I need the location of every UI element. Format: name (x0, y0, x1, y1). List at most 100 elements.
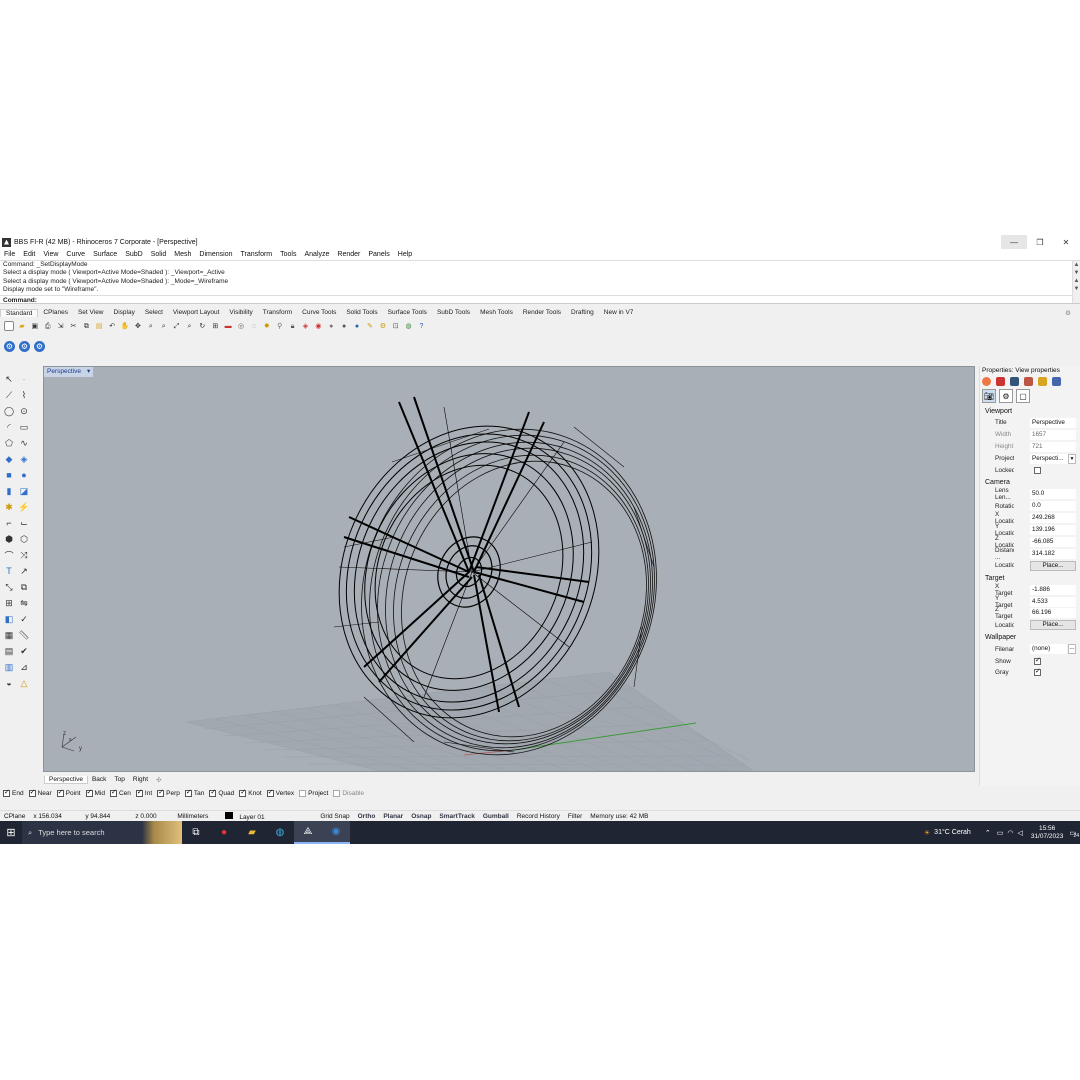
print-icon[interactable]: ⎙ (43, 321, 53, 331)
maximize-button[interactable]: ❐ (1027, 235, 1053, 249)
new-file-icon[interactable] (4, 321, 14, 331)
checkbox[interactable] (109, 788, 117, 797)
vp-tab-top[interactable]: Top (110, 776, 128, 783)
browse-button[interactable]: ... (1068, 644, 1076, 655)
menu-render[interactable]: Render (333, 251, 364, 258)
menu-surface[interactable]: Surface (89, 251, 121, 258)
wifi-icon[interactable]: ◠ (1007, 829, 1013, 837)
layer-icon[interactable]: ◈ (300, 321, 310, 331)
checkbox[interactable] (299, 790, 307, 797)
ruler-icon[interactable]: 📏︎ (18, 629, 30, 641)
vp-tab-right[interactable]: Right (129, 776, 152, 783)
environment-icon[interactable] (1052, 376, 1061, 386)
tab-drafting[interactable]: Drafting (566, 309, 599, 316)
command-prompt[interactable]: Command: (0, 294, 1080, 304)
dimension-tool-icon[interactable]: ⊿ (18, 661, 30, 673)
rhino-taskbar-icon[interactable]: ⟁ (294, 821, 322, 844)
move-view-icon[interactable]: ✥ (133, 321, 143, 331)
four-viewports-icon[interactable]: ⊞ (210, 321, 220, 331)
projection-dropdown-icon[interactable]: ▼ (1068, 453, 1076, 464)
checkbox[interactable] (56, 788, 64, 797)
object-properties-icon[interactable] (982, 376, 991, 386)
ellipse-icon[interactable]: ⊙ (18, 405, 30, 417)
block-icon[interactable]: ▤ (3, 645, 15, 657)
light-bulb-icon[interactable]: ✎ (365, 321, 375, 331)
menu-view[interactable]: View (39, 251, 62, 258)
checkbox[interactable] (266, 788, 274, 797)
checkbox[interactable] (333, 790, 341, 797)
cylinder-icon[interactable]: ▮ (3, 485, 15, 497)
menu-subd[interactable]: SubD (121, 251, 147, 258)
checkbox[interactable] (184, 788, 192, 797)
snapshot-icon[interactable]: ✸ (262, 321, 272, 331)
settings-gear-icon[interactable]: ⚙ (378, 321, 388, 331)
osnap-mid[interactable]: Mid (85, 788, 105, 797)
point-icon[interactable]: · (18, 373, 30, 385)
text-icon[interactable]: T (3, 565, 15, 577)
cut-icon[interactable]: ✂ (68, 321, 78, 331)
osnap-quad[interactable]: Quad (209, 788, 234, 797)
menu-tools[interactable]: Tools (276, 251, 300, 258)
rotate-view-icon[interactable]: ↻ (197, 321, 207, 331)
check-icon[interactable]: ✓ (18, 613, 30, 625)
units[interactable]: Millimeters (173, 813, 221, 820)
boolean-difference-icon[interactable]: ⬡ (18, 533, 30, 545)
tab-solid-tools[interactable]: Solid Tools (341, 309, 382, 316)
tab-set-view[interactable]: Set View (73, 309, 109, 316)
menu-file[interactable]: File (0, 251, 19, 258)
curve-icon[interactable]: ⌇ (18, 389, 30, 401)
checkbox[interactable] (28, 788, 36, 797)
plugin-gear-icon[interactable]: ⚙ (4, 340, 15, 352)
camera-place-button[interactable]: Place... (1030, 560, 1076, 571)
tray-device-icon[interactable]: ▭ (997, 829, 1004, 837)
toggle-record-history[interactable]: Record History (513, 813, 564, 820)
layout-icon[interactable]: ▥ (3, 661, 15, 673)
osnap-project[interactable]: Project (299, 790, 328, 797)
zoom-selected-icon[interactable]: ⌕ (184, 321, 194, 331)
checkbox[interactable] (157, 788, 165, 797)
paste-icon[interactable]: ▤ (94, 321, 104, 331)
current-layer[interactable]: Layer 01 (221, 811, 316, 821)
box-icon[interactable]: ■ (3, 469, 15, 481)
display-icon[interactable] (1010, 376, 1019, 386)
save-icon[interactable]: ▣ (30, 321, 40, 331)
frame-icon[interactable]: ▢ (1016, 389, 1030, 403)
dimension-icon[interactable]: ↗ (18, 565, 30, 577)
import-icon[interactable]: ⇲ (56, 321, 66, 331)
tab-select[interactable]: Select (140, 309, 168, 316)
tab-visibility[interactable]: Visibility (224, 309, 257, 316)
rectangle-icon[interactable]: ▭ (18, 421, 30, 433)
taskbar-clock[interactable]: 15:56 31/07/2023 (1031, 825, 1064, 841)
opera-icon[interactable]: ● (210, 821, 238, 844)
gray-checkbox[interactable] (1034, 667, 1041, 677)
volume-icon[interactable]: ◁ (1017, 829, 1022, 837)
tab-surface-tools[interactable]: Surface Tools (383, 309, 432, 316)
tab-transform[interactable]: Transform (258, 309, 297, 316)
undo-icon[interactable]: ↶ (107, 321, 117, 331)
perspective-viewport[interactable]: z y x Perspective ▾ (43, 366, 975, 772)
osnap-disable[interactable]: Disable (333, 790, 364, 797)
analyze-icon[interactable]: ◧ (3, 613, 15, 625)
zoom-window-icon[interactable]: ⌕ (159, 321, 169, 331)
light-icon[interactable]: ⚲ (275, 321, 285, 331)
edge-icon[interactable]: ◍ (266, 821, 294, 844)
toggle-ortho[interactable]: Ortho (354, 813, 380, 820)
checkbox[interactable] (135, 788, 143, 797)
menu-dimension[interactable]: Dimension (195, 251, 236, 258)
boolean-union-icon[interactable]: ⬢ (3, 533, 15, 545)
sphere-icon[interactable]: ● (18, 469, 30, 481)
notifications-icon[interactable]: ▭ 24 (1069, 829, 1079, 839)
copy-icon[interactable]: ⧉ (81, 321, 91, 331)
toggle-filter[interactable]: Filter (564, 813, 586, 820)
osnap-knot[interactable]: Knot (239, 788, 262, 797)
color-wheel-icon[interactable]: ◉ (313, 321, 323, 331)
cplane-label[interactable]: CPlane (0, 813, 29, 820)
polyline-icon[interactable]: ⟋ (3, 389, 15, 401)
osnap-vertex[interactable]: Vertex (266, 788, 294, 797)
rendered-sphere-icon[interactable]: ● (352, 321, 362, 331)
osnap-end[interactable]: End (3, 788, 24, 797)
earth-icon[interactable]: ◍ (404, 321, 414, 331)
shapes-icon[interactable]: ◒ (3, 677, 15, 689)
osnap-cen[interactable]: Cen (109, 788, 131, 797)
copy-transform-icon[interactable]: ⧉ (18, 581, 30, 593)
